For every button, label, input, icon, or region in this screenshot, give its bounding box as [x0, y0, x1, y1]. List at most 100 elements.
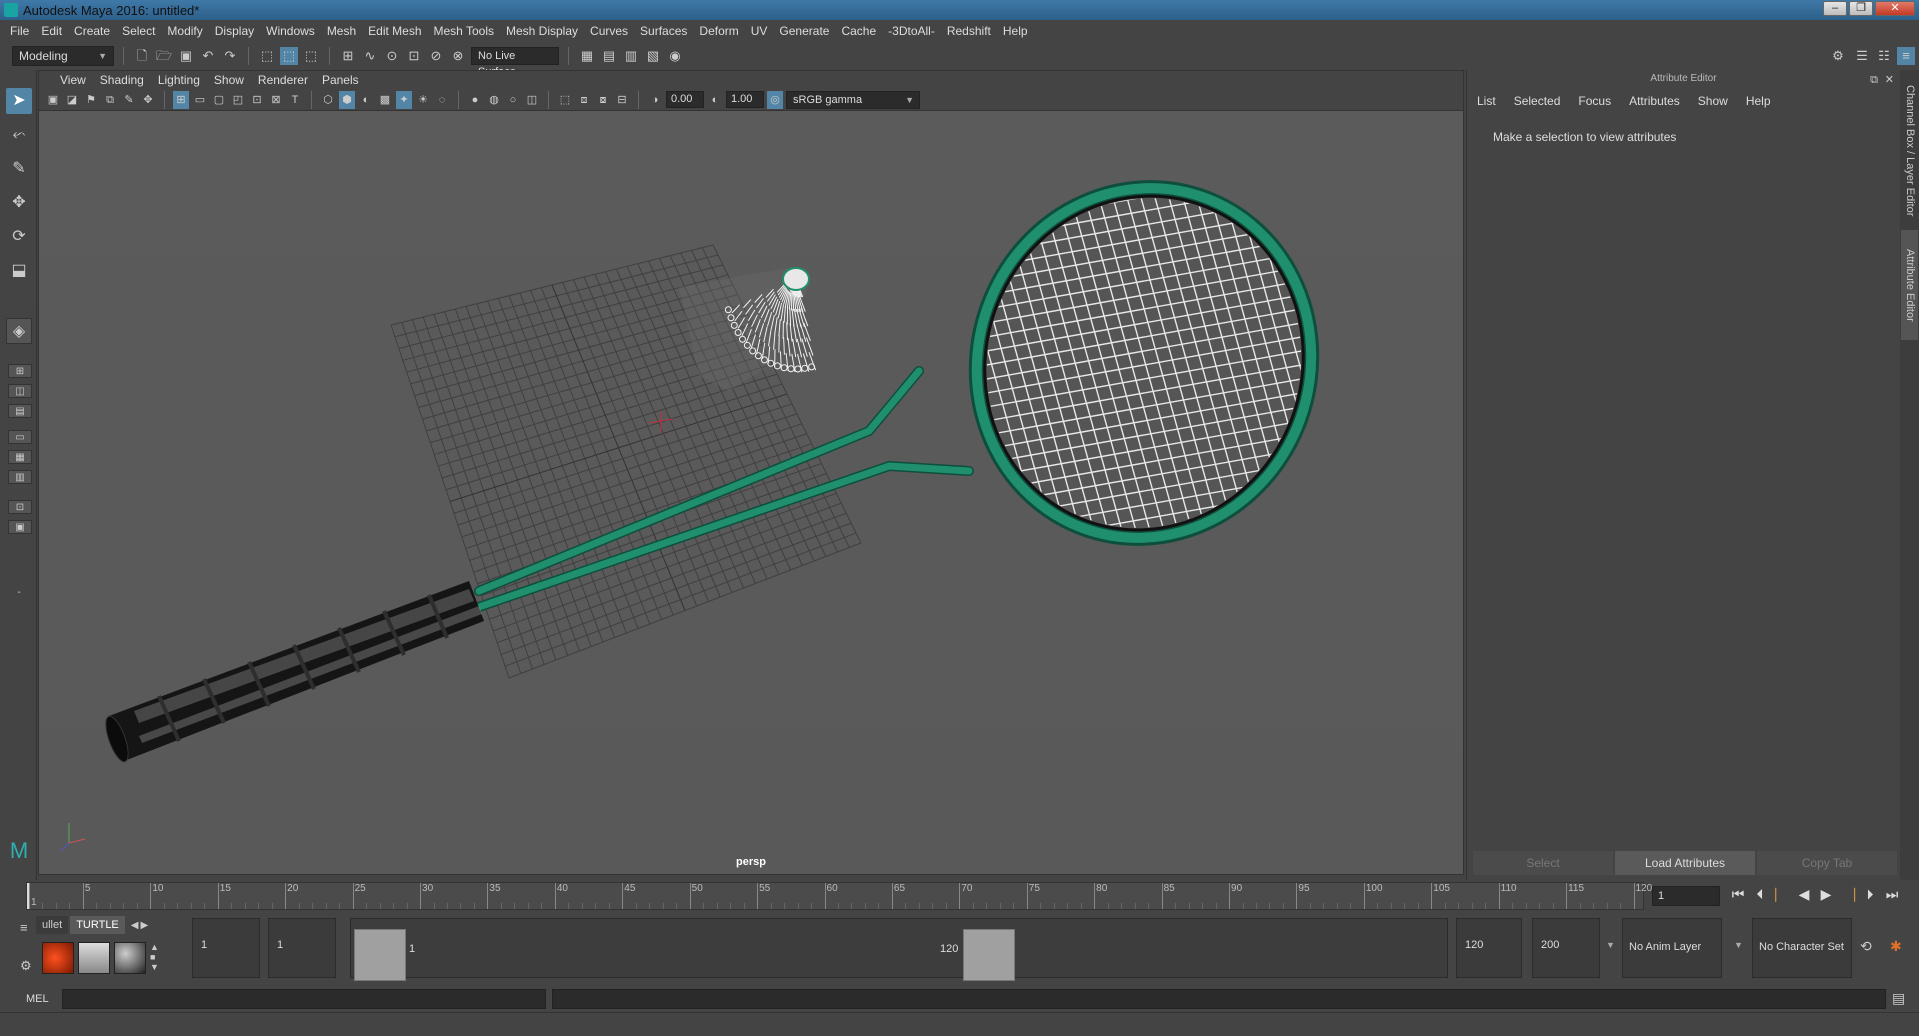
textured-icon[interactable]: ▩	[377, 91, 393, 109]
safe-title-icon[interactable]: T	[287, 91, 303, 109]
shelf-settings-icon[interactable]: ⚙	[20, 958, 32, 974]
shelf-menu-icon[interactable]: ≡	[20, 920, 28, 935]
shelf-tab-bullet[interactable]: ullet	[36, 916, 69, 934]
ae-select-button[interactable]: Select	[1473, 851, 1613, 875]
lasso-tool-icon[interactable]: ⬿	[6, 122, 32, 148]
menu-create[interactable]: Create	[68, 24, 116, 38]
collapse-toolbox-icon[interactable]: -	[6, 580, 32, 606]
camera-icon[interactable]: ▣	[45, 91, 61, 109]
snap-live-icon[interactable]: ⊘	[427, 47, 445, 65]
xray-components-icon[interactable]: ⧇	[595, 91, 611, 109]
smooth-shade-icon[interactable]: ⬢	[339, 90, 355, 109]
menu-help[interactable]: Help	[997, 24, 1034, 38]
depth-of-field-icon[interactable]: ◫	[524, 91, 540, 109]
turtle-bake-icon[interactable]	[42, 942, 74, 974]
menu-redshift[interactable]: Redshift	[941, 24, 997, 38]
script-editor-icon[interactable]: ▤	[1892, 990, 1905, 1007]
open-scene-icon[interactable]: 🗁	[155, 47, 173, 65]
live-surface-field[interactable]: No Live Surface	[471, 47, 559, 78]
playback-end-field[interactable]: 120	[1456, 918, 1522, 978]
outliner-layout-icon[interactable]: ▤	[8, 404, 32, 418]
menu-mesh[interactable]: Mesh	[321, 24, 362, 38]
hypershade-icon[interactable]: ◉	[666, 47, 684, 65]
command-language-label[interactable]: MEL	[0, 993, 58, 1005]
vp-menu-lighting[interactable]: Lighting	[151, 73, 207, 87]
float-panel-icon[interactable]: ⧉	[1870, 71, 1878, 89]
safe-action-icon[interactable]: ⊠	[268, 91, 284, 109]
vp-menu-view[interactable]: View	[53, 73, 93, 87]
gamma-field[interactable]: 1.00	[726, 91, 764, 108]
redo-icon[interactable]: ↷	[221, 47, 239, 65]
render-view-icon[interactable]: ▦	[578, 47, 596, 65]
rotate-tool-icon[interactable]: ⟳	[6, 224, 32, 250]
grid-toggle-icon[interactable]: ⊞	[173, 90, 189, 109]
field-chart-icon[interactable]: ⊡	[249, 91, 265, 109]
ae-menu-show[interactable]: Show	[1698, 94, 1728, 108]
select-tool-icon[interactable]: ➤	[6, 88, 32, 114]
range-end-handle[interactable]	[963, 929, 1015, 981]
graph-layout-icon[interactable]: ▭	[8, 430, 32, 444]
start-time-field[interactable]: 1	[192, 918, 260, 978]
shadows-icon[interactable]: ☀	[415, 91, 431, 109]
modeling-toolkit-icon[interactable]: ⚙	[1829, 47, 1847, 65]
menu-mesh-tools[interactable]: Mesh Tools	[428, 24, 500, 38]
select-by-hierarchy-icon[interactable]: ⬚	[258, 47, 276, 65]
resolution-gate-icon[interactable]: ▢	[211, 91, 227, 109]
outliner-toggle-icon[interactable]: ☰	[1853, 47, 1871, 65]
shelf-scroll-left-icon[interactable]: ◀	[131, 920, 139, 931]
uv-layout-icon[interactable]: ▥	[8, 470, 32, 484]
scale-tool-icon[interactable]: ⬓	[6, 258, 32, 284]
menu-cache[interactable]: Cache	[835, 24, 882, 38]
menu-curves[interactable]: Curves	[584, 24, 634, 38]
view-transform-dropdown[interactable]: sRGB gamma	[786, 90, 920, 109]
menu-surfaces[interactable]: Surfaces	[634, 24, 693, 38]
anim-layer-dropdown[interactable]: No Anim Layer	[1622, 918, 1722, 978]
single-perspective-layout-icon[interactable]: ◈	[6, 318, 32, 344]
turtle-sphere-icon[interactable]	[114, 942, 146, 974]
vp-menu-panels[interactable]: Panels	[315, 73, 366, 87]
select-by-component-icon[interactable]: ⬚	[302, 47, 320, 65]
viewport-scene[interactable]: persp	[39, 111, 1463, 874]
close-button[interactable]: ✕	[1875, 1, 1915, 16]
auto-key-icon[interactable]: ⟲	[1860, 938, 1872, 955]
render-layout-icon[interactable]: ▣	[8, 520, 32, 534]
motion-blur-icon[interactable]: ◍	[486, 91, 502, 109]
ae-menu-selected[interactable]: Selected	[1514, 94, 1561, 108]
menu-generate[interactable]: Generate	[773, 24, 835, 38]
menu-windows[interactable]: Windows	[260, 24, 321, 38]
menu-set-dropdown[interactable]: Modeling	[12, 46, 114, 66]
menu-select[interactable]: Select	[116, 24, 161, 38]
channel-box-toggle-icon[interactable]: ≡	[1897, 47, 1915, 65]
bookmark-icon[interactable]: ⚑	[83, 91, 99, 109]
save-scene-icon[interactable]: ▣	[177, 47, 195, 65]
shelf-scroll-icon[interactable]: ▲ ■ ▼	[150, 942, 160, 974]
anim-layer-dropdown-icon[interactable]: ▼	[1734, 940, 1743, 950]
color-management-icon[interactable]: ◎	[767, 90, 783, 109]
xray-icon[interactable]: ◌	[434, 91, 450, 109]
render-current-icon[interactable]: ▤	[600, 47, 618, 65]
range-start-handle[interactable]	[354, 929, 406, 981]
two-view-layout-icon[interactable]: ◫	[8, 384, 32, 398]
use-all-lights-icon[interactable]: ✦	[396, 90, 412, 109]
exposure-field[interactable]: 0.00	[666, 91, 704, 108]
character-set-dropdown[interactable]: No Character Set	[1752, 918, 1852, 978]
ambient-occlusion-icon[interactable]: ●	[467, 91, 483, 109]
new-scene-icon[interactable]: 🗋	[133, 47, 151, 65]
vp-menu-show[interactable]: Show	[207, 73, 251, 87]
current-frame-field[interactable]: 1	[1652, 886, 1720, 906]
ae-load-attributes-button[interactable]: Load Attributes	[1615, 851, 1755, 875]
gate-mask-icon[interactable]: ◰	[230, 91, 246, 109]
move-tool-icon[interactable]: ✥	[6, 190, 32, 216]
isolate-select-icon[interactable]: ⬚	[557, 91, 573, 109]
tool-settings-icon[interactable]: ☷	[1875, 47, 1893, 65]
menu-edit[interactable]: Edit	[35, 24, 68, 38]
menu-deform[interactable]: Deform	[693, 24, 744, 38]
step-forward-icon[interactable]: ⏵	[1862, 886, 1878, 903]
camera-attributes-icon[interactable]: ◪	[64, 91, 80, 109]
image-plane-icon[interactable]: ⧉	[102, 91, 118, 109]
go-to-start-icon[interactable]: ⏮	[1730, 886, 1746, 903]
menu-mesh-display[interactable]: Mesh Display	[500, 24, 584, 38]
exposure-icon[interactable]: ◑	[647, 91, 663, 109]
ae-menu-focus[interactable]: Focus	[1578, 94, 1611, 108]
hud-icon[interactable]: ⊟	[614, 91, 630, 109]
